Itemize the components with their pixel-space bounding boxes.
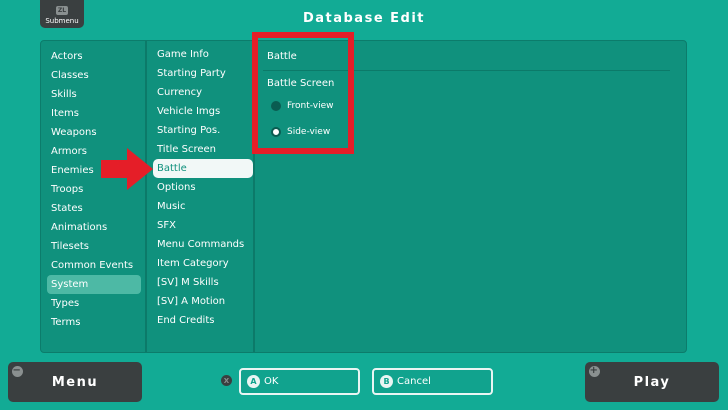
system-item-options[interactable]: Options	[147, 178, 253, 197]
play-button[interactable]: + Play	[585, 362, 719, 402]
category-item-weapons[interactable]: Weapons	[41, 123, 145, 142]
system-settings-list: Game Info Starting Party Currency Vehicl…	[147, 41, 255, 352]
annotation-arrow-icon	[101, 148, 153, 190]
database-panel: Actors Classes Skills Items Weapons Armo…	[40, 40, 687, 353]
a-key-icon: A	[247, 375, 260, 388]
menu-button[interactable]: − Menu	[8, 362, 142, 402]
system-item-title-screen[interactable]: Title Screen	[147, 140, 253, 159]
plus-key-icon: +	[589, 365, 600, 377]
system-item-currency[interactable]: Currency	[147, 83, 253, 102]
ok-label: OK	[264, 376, 279, 387]
x-key-icon: X	[221, 375, 232, 386]
category-item-system[interactable]: System	[47, 275, 141, 294]
menu-label: Menu	[51, 374, 99, 390]
system-item-battle[interactable]: Battle	[153, 159, 253, 178]
category-item-actors[interactable]: Actors	[41, 47, 145, 66]
cancel-label: Cancel	[397, 376, 431, 387]
system-item-end-credits[interactable]: End Credits	[147, 311, 253, 330]
category-item-tilesets[interactable]: Tilesets	[41, 237, 145, 256]
system-item-starting-pos[interactable]: Starting Pos.	[147, 121, 253, 140]
category-item-classes[interactable]: Classes	[41, 66, 145, 85]
category-item-common-events[interactable]: Common Events	[41, 256, 145, 275]
ok-button[interactable]: A OK	[239, 368, 360, 395]
system-item-sv-a-motion[interactable]: [SV] A Motion	[147, 292, 253, 311]
system-item-vehicle-imgs[interactable]: Vehicle Imgs	[147, 102, 253, 121]
system-item-starting-party[interactable]: Starting Party	[147, 64, 253, 83]
category-item-states[interactable]: States	[41, 199, 145, 218]
play-label: Play	[633, 374, 671, 390]
system-item-sv-m-skills[interactable]: [SV] M Skills	[147, 273, 253, 292]
system-item-music[interactable]: Music	[147, 197, 253, 216]
system-item-menu-commands[interactable]: Menu Commands	[147, 235, 253, 254]
category-item-terms[interactable]: Terms	[41, 313, 145, 332]
b-key-icon: B	[380, 375, 393, 388]
system-item-item-category[interactable]: Item Category	[147, 254, 253, 273]
category-item-animations[interactable]: Animations	[41, 218, 145, 237]
system-item-game-info[interactable]: Game Info	[147, 45, 253, 64]
category-item-types[interactable]: Types	[41, 294, 145, 313]
category-item-items[interactable]: Items	[41, 104, 145, 123]
category-item-skills[interactable]: Skills	[41, 85, 145, 104]
system-item-sfx[interactable]: SFX	[147, 216, 253, 235]
cancel-button[interactable]: B Cancel	[372, 368, 493, 395]
page-title: Database Edit	[302, 11, 426, 26]
category-list: Actors Classes Skills Items Weapons Armo…	[41, 41, 147, 352]
annotation-highlight-box	[252, 32, 354, 154]
minus-key-icon: −	[12, 365, 23, 377]
